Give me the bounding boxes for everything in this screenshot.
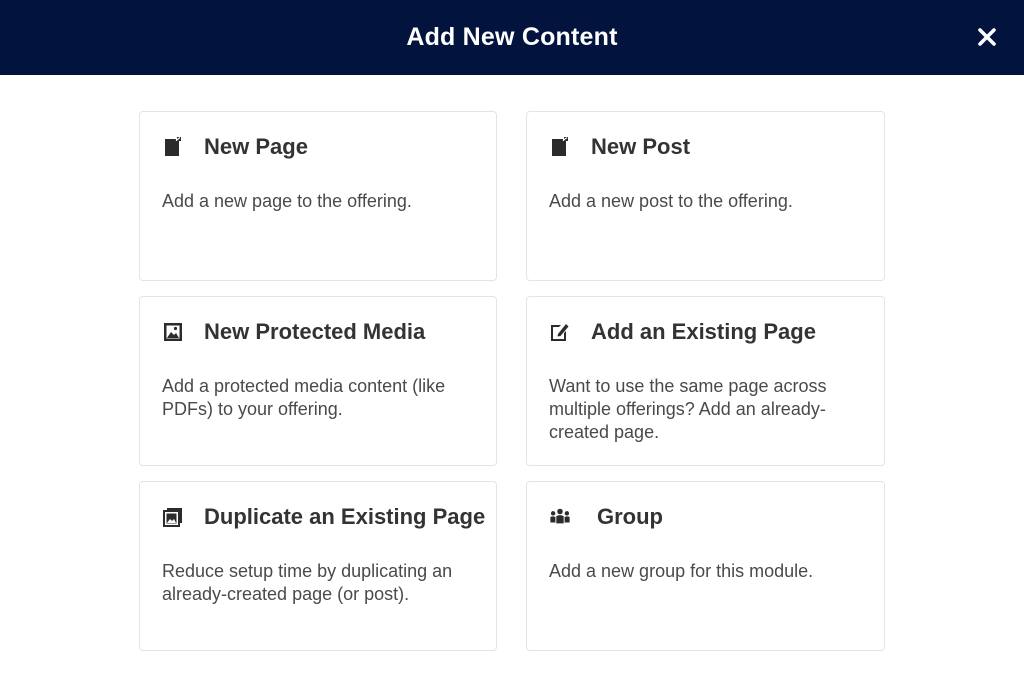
close-button[interactable] (974, 24, 1000, 50)
card-header: Add an Existing Page (549, 319, 816, 345)
card-description: Reduce setup time by duplicating an alre… (162, 561, 453, 604)
group-icon (549, 506, 571, 528)
duplicate-page-icon (162, 506, 184, 528)
card-header: New Post (549, 134, 690, 160)
card-description: Add a protected media content (like PDFs… (162, 376, 446, 419)
card-description: Add a new group for this module. (549, 561, 814, 581)
card-description: Add a new page to the offering. (162, 191, 412, 211)
card-header: New Protected Media (162, 319, 425, 345)
card-title: New Post (591, 134, 691, 159)
group-card[interactable]: Group Add a new group for this module. (526, 481, 885, 651)
card-title: New Protected Media (204, 319, 426, 344)
post-icon (549, 136, 571, 158)
media-image-icon (162, 321, 184, 343)
modal-title: Add New Content (406, 23, 618, 51)
add-existing-page-card[interactable]: Add an Existing Page Want to use the sam… (526, 296, 885, 466)
close-icon (978, 28, 996, 46)
card-header: Duplicate an Existing Page (162, 504, 485, 530)
new-page-card[interactable]: New Page Add a new page to the offering. (139, 111, 497, 281)
new-protected-media-card[interactable]: New Protected Media Add a protected medi… (139, 296, 497, 466)
duplicate-existing-page-card[interactable]: Duplicate an Existing Page Reduce setup … (139, 481, 497, 651)
card-title: New Page (204, 134, 308, 159)
card-description: Add a new post to the offering. (549, 191, 793, 211)
edit-page-icon (549, 321, 571, 343)
card-title: Duplicate an Existing Page (204, 504, 486, 529)
new-post-card[interactable]: New Post Add a new post to the offering. (526, 111, 885, 281)
add-content-modal: Add New Content New Page Add a new page … (0, 0, 1024, 697)
card-header: New Page (162, 134, 308, 160)
content-options-grid: New Page Add a new page to the offering.… (139, 111, 885, 651)
card-header: Group (549, 504, 663, 530)
card-title: Group (597, 504, 663, 529)
card-title: Add an Existing Page (591, 319, 816, 344)
modal-header: Add New Content (0, 0, 1024, 75)
page-icon (162, 136, 184, 158)
card-description: Want to use the same page across multipl… (549, 376, 827, 442)
